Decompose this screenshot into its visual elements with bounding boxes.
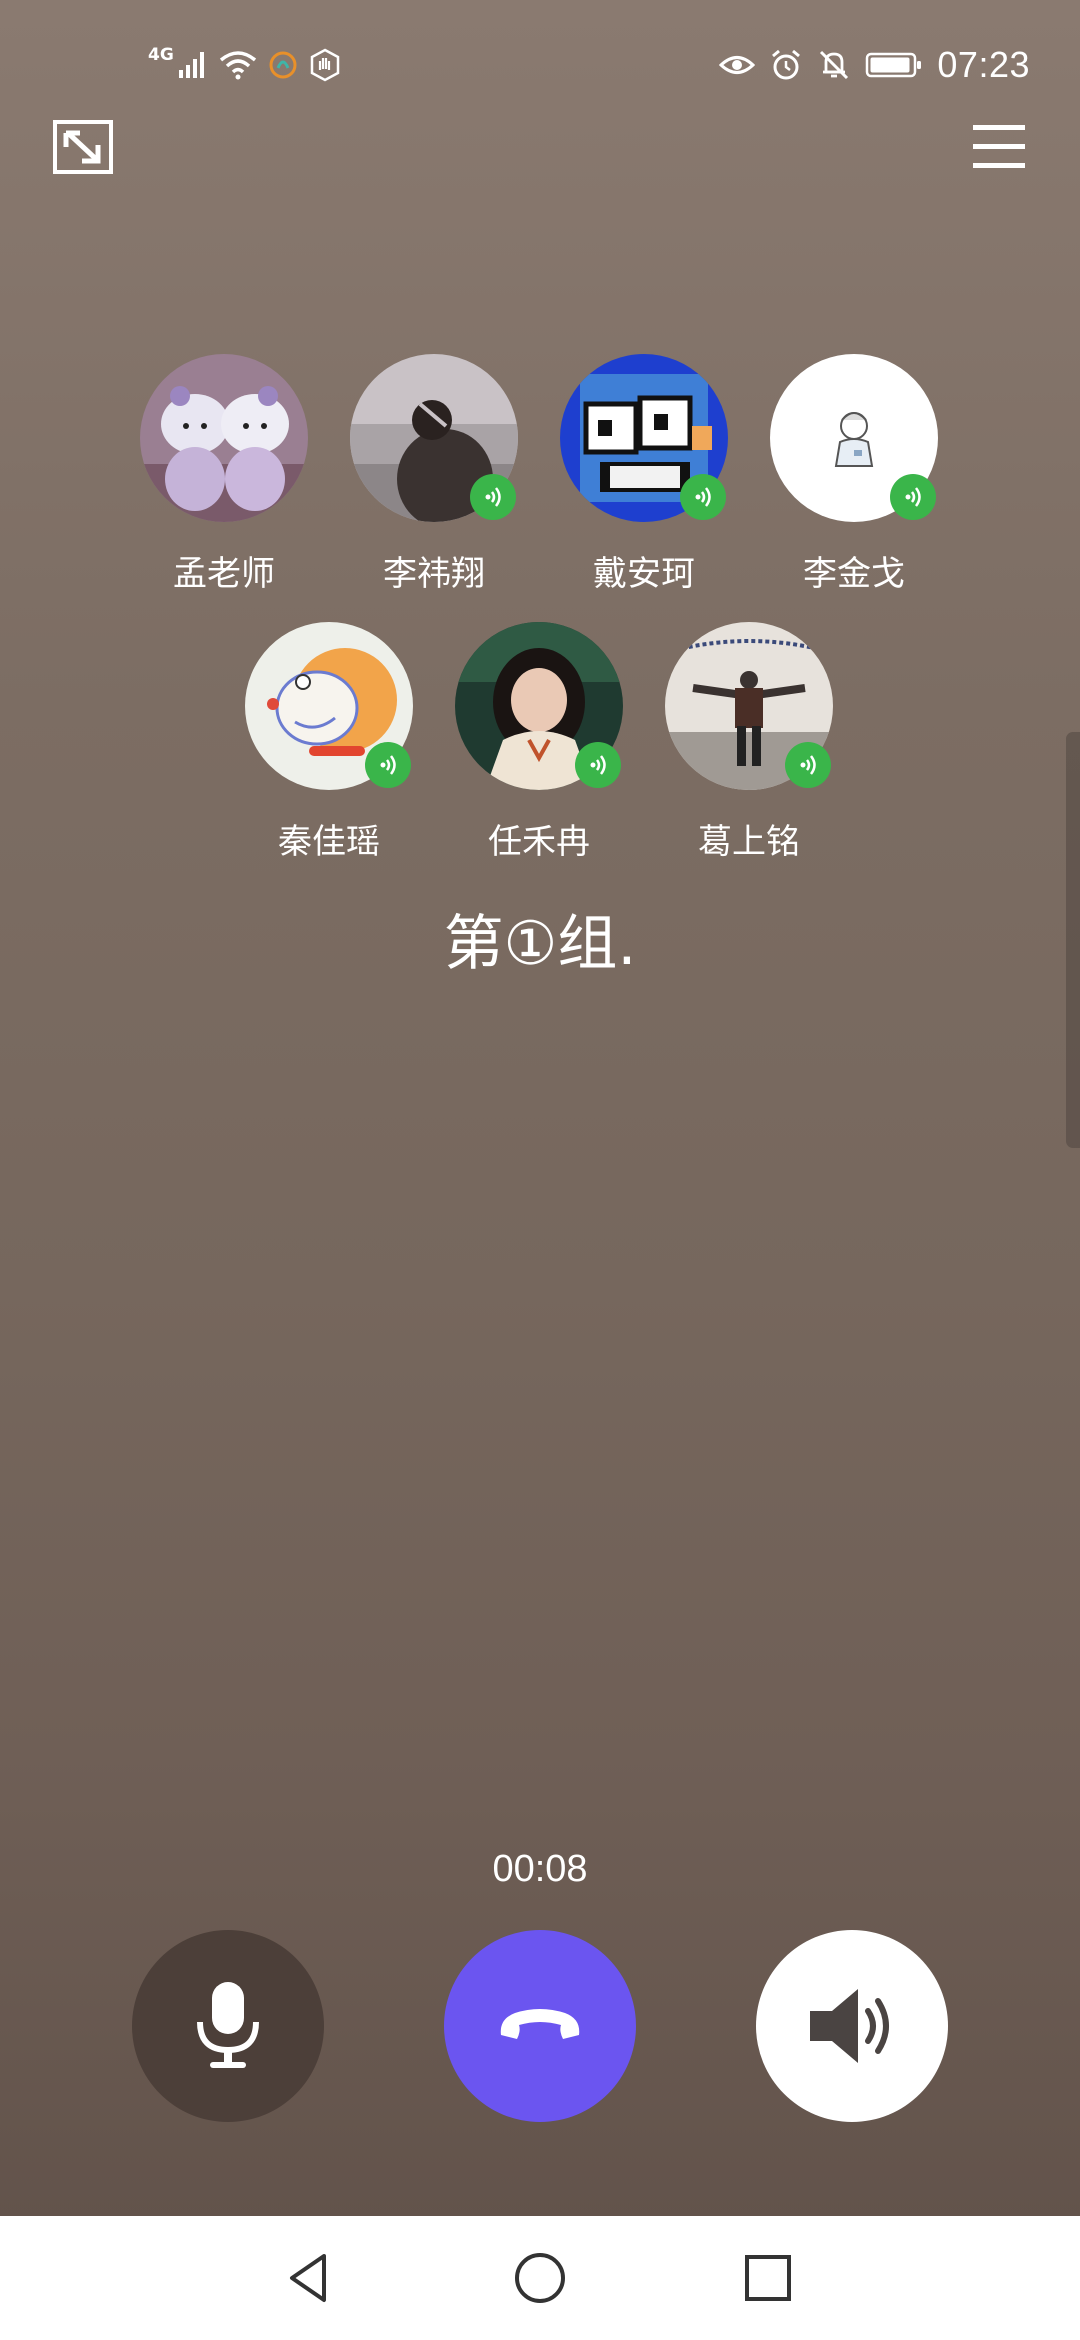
home-circle-icon: [515, 2253, 565, 2303]
status-time: 07:23: [937, 44, 1030, 85]
speaking-indicator: [785, 742, 831, 788]
battery-icon: [865, 40, 923, 90]
status-right-group: 07:23: [719, 40, 1030, 90]
home-button[interactable]: [500, 2238, 580, 2318]
participant-name: 李金戈: [803, 554, 905, 594]
menu-icon: [973, 125, 1025, 168]
menu-button[interactable]: [964, 112, 1034, 182]
scrollbar[interactable]: [1066, 732, 1080, 1148]
participant-tile[interactable]: 秦佳瑶: [229, 622, 429, 862]
status-left-group: 4G: [148, 40, 342, 90]
mute-icon: [817, 40, 851, 90]
participant-name: 孟老师: [173, 554, 275, 594]
participant-name: 任禾冉: [488, 822, 590, 862]
participant-name: 戴安珂: [593, 554, 695, 594]
status-bar: 4G 07:23: [0, 0, 1080, 130]
participant-tile[interactable]: 任禾冉: [439, 622, 639, 862]
back-triangle-icon: [290, 2254, 326, 2302]
hang-up-icon: [500, 2009, 580, 2039]
speaking-indicator: [575, 742, 621, 788]
participant-tile[interactable]: 孟老师: [124, 354, 324, 594]
wifi-icon: [218, 40, 258, 90]
system-navigation-bar: [0, 2216, 1080, 2340]
speaking-indicator: [680, 474, 726, 520]
participant-tile[interactable]: 葛上铭: [649, 622, 849, 862]
network-type-label: 4G: [148, 45, 174, 65]
microphone-icon: [197, 1982, 259, 2068]
app-notification-icon: [268, 40, 298, 90]
hello-kitty-avatar: [140, 354, 308, 522]
speaking-indicator: [470, 474, 516, 520]
minimize-window-icon: [53, 120, 113, 174]
voice-wave-icon: [590, 755, 606, 775]
call-duration: 00:08: [492, 1848, 588, 1890]
speaking-indicator: [365, 742, 411, 788]
participant-name: 葛上铭: [698, 822, 800, 862]
voice-wave-icon: [695, 487, 711, 507]
alarm-icon: [769, 40, 803, 90]
recent-apps-button[interactable]: [728, 2238, 808, 2318]
microphone-button[interactable]: [132, 1930, 324, 2122]
participant-tile[interactable]: 戴安珂: [544, 354, 744, 594]
speaker-icon: [810, 1989, 889, 2063]
speaking-indicator: [890, 474, 936, 520]
voice-wave-icon: [800, 755, 816, 775]
participant-tile[interactable]: 李祎翔: [334, 354, 534, 594]
voice-wave-icon: [380, 755, 396, 775]
recent-square-icon: [745, 2255, 791, 2301]
participant-name: 秦佳瑶: [278, 822, 380, 862]
hand-icon: [308, 40, 342, 90]
signal-icon: [178, 40, 208, 90]
speaker-button[interactable]: [756, 1930, 948, 2122]
participant-name: 李祎翔: [383, 554, 485, 594]
participant-tile[interactable]: 李金戈: [754, 354, 954, 594]
voice-wave-icon: [905, 487, 921, 507]
hang-up-button[interactable]: [444, 1930, 636, 2122]
group-title: 第①组.: [443, 909, 637, 979]
minimize-button[interactable]: [48, 112, 118, 182]
back-button[interactable]: [270, 2238, 350, 2318]
eye-icon: [719, 40, 756, 90]
voice-wave-icon: [485, 487, 501, 507]
